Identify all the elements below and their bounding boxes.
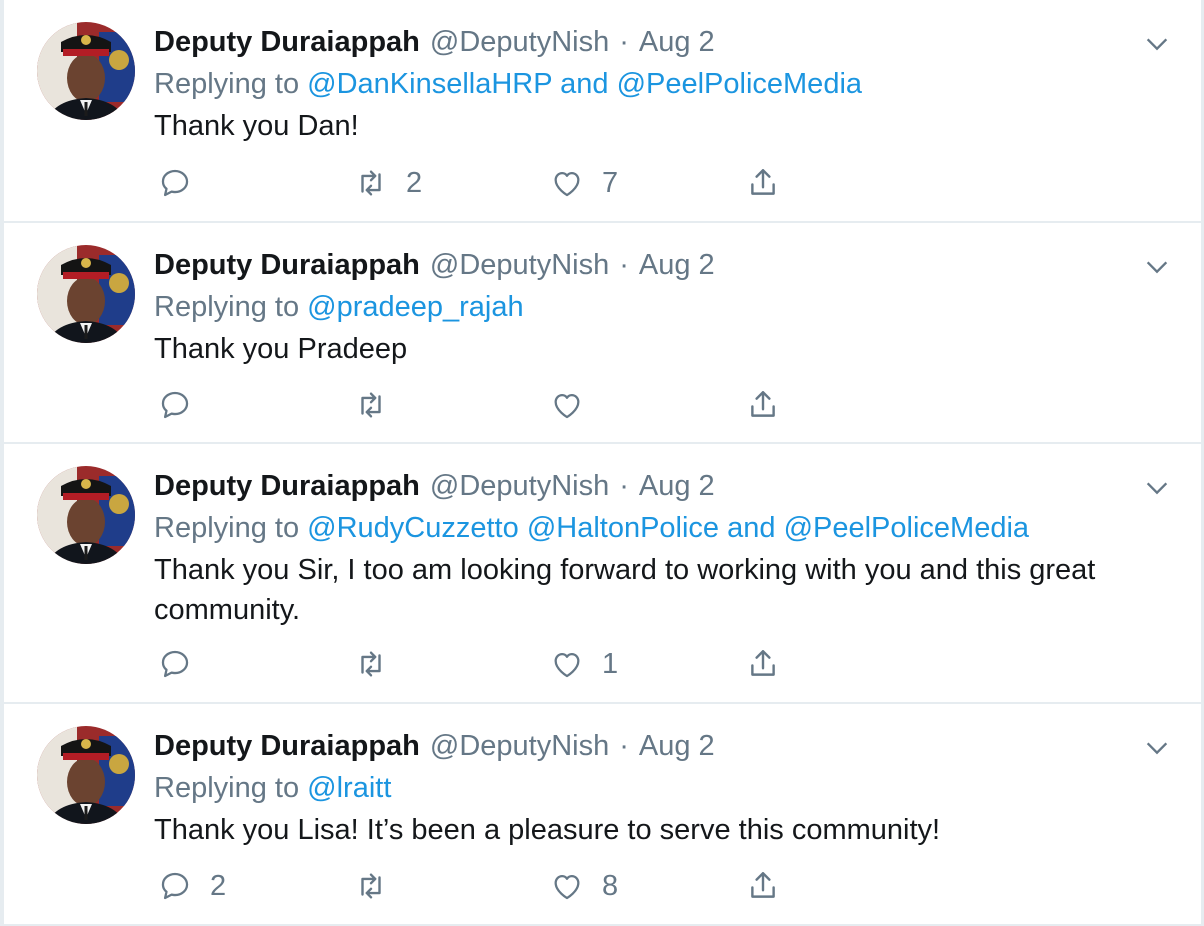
mention-link[interactable]: @PeelPoliceMedia xyxy=(784,512,1029,544)
tweet-header: Deputy Duraiappah @DeputyNish · Aug 2 xyxy=(154,245,715,285)
tweet-date[interactable]: Aug 2 xyxy=(639,726,715,766)
mention-link[interactable]: @lraitt xyxy=(307,772,391,804)
tweet[interactable]: Deputy Duraiappah @DeputyNish · Aug 2 Re… xyxy=(4,444,1201,702)
author-name[interactable]: Deputy Duraiappah xyxy=(154,22,420,62)
author-handle[interactable]: @DeputyNish xyxy=(430,245,609,285)
replying-prefix: Replying to xyxy=(154,512,308,544)
mention-link[interactable]: @HaltonPolice xyxy=(527,512,719,544)
reply-icon xyxy=(161,872,189,900)
reply-icon xyxy=(161,650,189,678)
tweet-feed: Deputy Duraiappah @DeputyNish · Aug 2 Re… xyxy=(4,0,1201,926)
chevron-down-icon[interactable] xyxy=(1143,30,1171,58)
tweet-text: Thank you Sir, I too am looking forward … xyxy=(154,554,1096,626)
retweet-button[interactable] xyxy=(354,383,406,427)
share-icon xyxy=(751,391,775,417)
reply-button[interactable] xyxy=(158,161,210,205)
author-handle[interactable]: @DeputyNish xyxy=(430,22,609,62)
tweet-text: Thank you Lisa! It’s been a pleasure to … xyxy=(154,814,941,846)
tweet[interactable]: Deputy Duraiappah @DeputyNish · Aug 2 Re… xyxy=(4,704,1201,924)
separator: · xyxy=(619,26,629,58)
tweet-actions xyxy=(154,383,854,427)
separator: · xyxy=(619,249,629,281)
tweet-text: Thank you Pradeep xyxy=(154,333,408,365)
tweet-header: Deputy Duraiappah @DeputyNish · Aug 2 xyxy=(154,22,715,62)
avatar[interactable] xyxy=(37,466,135,564)
share-icon xyxy=(751,872,775,898)
share-icon xyxy=(751,169,775,195)
tweet-text: Thank you Dan! xyxy=(154,110,359,142)
like-button[interactable]: 1 xyxy=(550,642,618,686)
reply-button[interactable] xyxy=(158,383,210,427)
retweet-icon xyxy=(361,170,381,196)
tweet[interactable]: Deputy Duraiappah @DeputyNish · Aug 2 Re… xyxy=(4,223,1201,442)
retweet-icon xyxy=(361,873,381,899)
mention-join[interactable]: and xyxy=(719,512,784,544)
like-button[interactable]: 7 xyxy=(550,161,618,205)
mention-link[interactable]: @DanKinsellaHRP xyxy=(307,68,552,100)
share-button[interactable] xyxy=(746,161,780,205)
like-count: 1 xyxy=(602,648,619,680)
heart-icon xyxy=(554,652,580,678)
reply-icon xyxy=(161,391,189,419)
like-button[interactable]: 8 xyxy=(550,864,618,908)
chevron-down-icon[interactable] xyxy=(1143,253,1171,281)
like-count: 8 xyxy=(602,870,619,902)
author-name[interactable]: Deputy Duraiappah xyxy=(154,726,420,766)
author-name[interactable]: Deputy Duraiappah xyxy=(154,245,420,285)
retweet-icon xyxy=(361,392,381,418)
tweet-date[interactable]: Aug 2 xyxy=(639,22,715,62)
reply-icon xyxy=(161,169,189,197)
mention-link[interactable]: @pradeep_rajah xyxy=(307,291,523,323)
retweet-button[interactable] xyxy=(354,864,406,908)
tweet-date[interactable]: Aug 2 xyxy=(639,245,715,285)
chevron-down-icon[interactable] xyxy=(1143,474,1171,502)
replying-to: Replying to @RudyCuzzetto @HaltonPolice … xyxy=(154,508,1029,548)
tweet-actions: 1 xyxy=(154,642,854,686)
share-button[interactable] xyxy=(746,642,780,686)
mention-link[interactable]: @PeelPoliceMedia xyxy=(617,68,862,100)
tweet[interactable]: Deputy Duraiappah @DeputyNish · Aug 2 Re… xyxy=(4,0,1201,221)
like-count: 7 xyxy=(602,167,619,199)
heart-icon xyxy=(554,171,580,197)
tweet-date[interactable]: Aug 2 xyxy=(639,466,715,506)
replying-prefix: Replying to xyxy=(154,772,308,804)
share-button[interactable] xyxy=(746,864,780,908)
retweet-button[interactable] xyxy=(354,642,406,686)
heart-icon xyxy=(554,874,580,900)
separator: · xyxy=(619,470,629,502)
author-handle[interactable]: @DeputyNish xyxy=(430,466,609,506)
avatar[interactable] xyxy=(37,726,135,824)
replying-to: Replying to @pradeep_rajah xyxy=(154,287,524,327)
replying-prefix: Replying to xyxy=(154,291,308,323)
tweet-header: Deputy Duraiappah @DeputyNish · Aug 2 xyxy=(154,466,715,506)
replying-to: Replying to @lraitt xyxy=(154,768,391,808)
author-handle[interactable]: @DeputyNish xyxy=(430,726,609,766)
tweet-header: Deputy Duraiappah @DeputyNish · Aug 2 xyxy=(154,726,715,766)
avatar[interactable] xyxy=(37,22,135,120)
like-button[interactable] xyxy=(550,383,602,427)
mention-link[interactable]: @RudyCuzzetto xyxy=(307,512,519,544)
avatar[interactable] xyxy=(37,245,135,343)
heart-icon xyxy=(554,393,580,419)
retweet-icon xyxy=(361,651,381,677)
reply-button[interactable] xyxy=(158,642,210,686)
retweet-count: 2 xyxy=(406,167,423,199)
mention-join[interactable]: and xyxy=(552,68,617,100)
separator: · xyxy=(619,730,629,762)
share-icon xyxy=(751,650,775,676)
replying-prefix: Replying to xyxy=(154,68,308,100)
replying-to: Replying to @DanKinsellaHRP and @PeelPol… xyxy=(154,64,862,104)
author-name[interactable]: Deputy Duraiappah xyxy=(154,466,420,506)
retweet-button[interactable]: 2 xyxy=(354,161,422,205)
share-button[interactable] xyxy=(746,383,780,427)
tweet-actions: 2 7 xyxy=(154,161,854,205)
chevron-down-icon[interactable] xyxy=(1143,734,1171,762)
reply-count: 2 xyxy=(210,870,227,902)
tweet-actions: 2 8 xyxy=(154,864,854,908)
reply-button[interactable]: 2 xyxy=(158,864,226,908)
